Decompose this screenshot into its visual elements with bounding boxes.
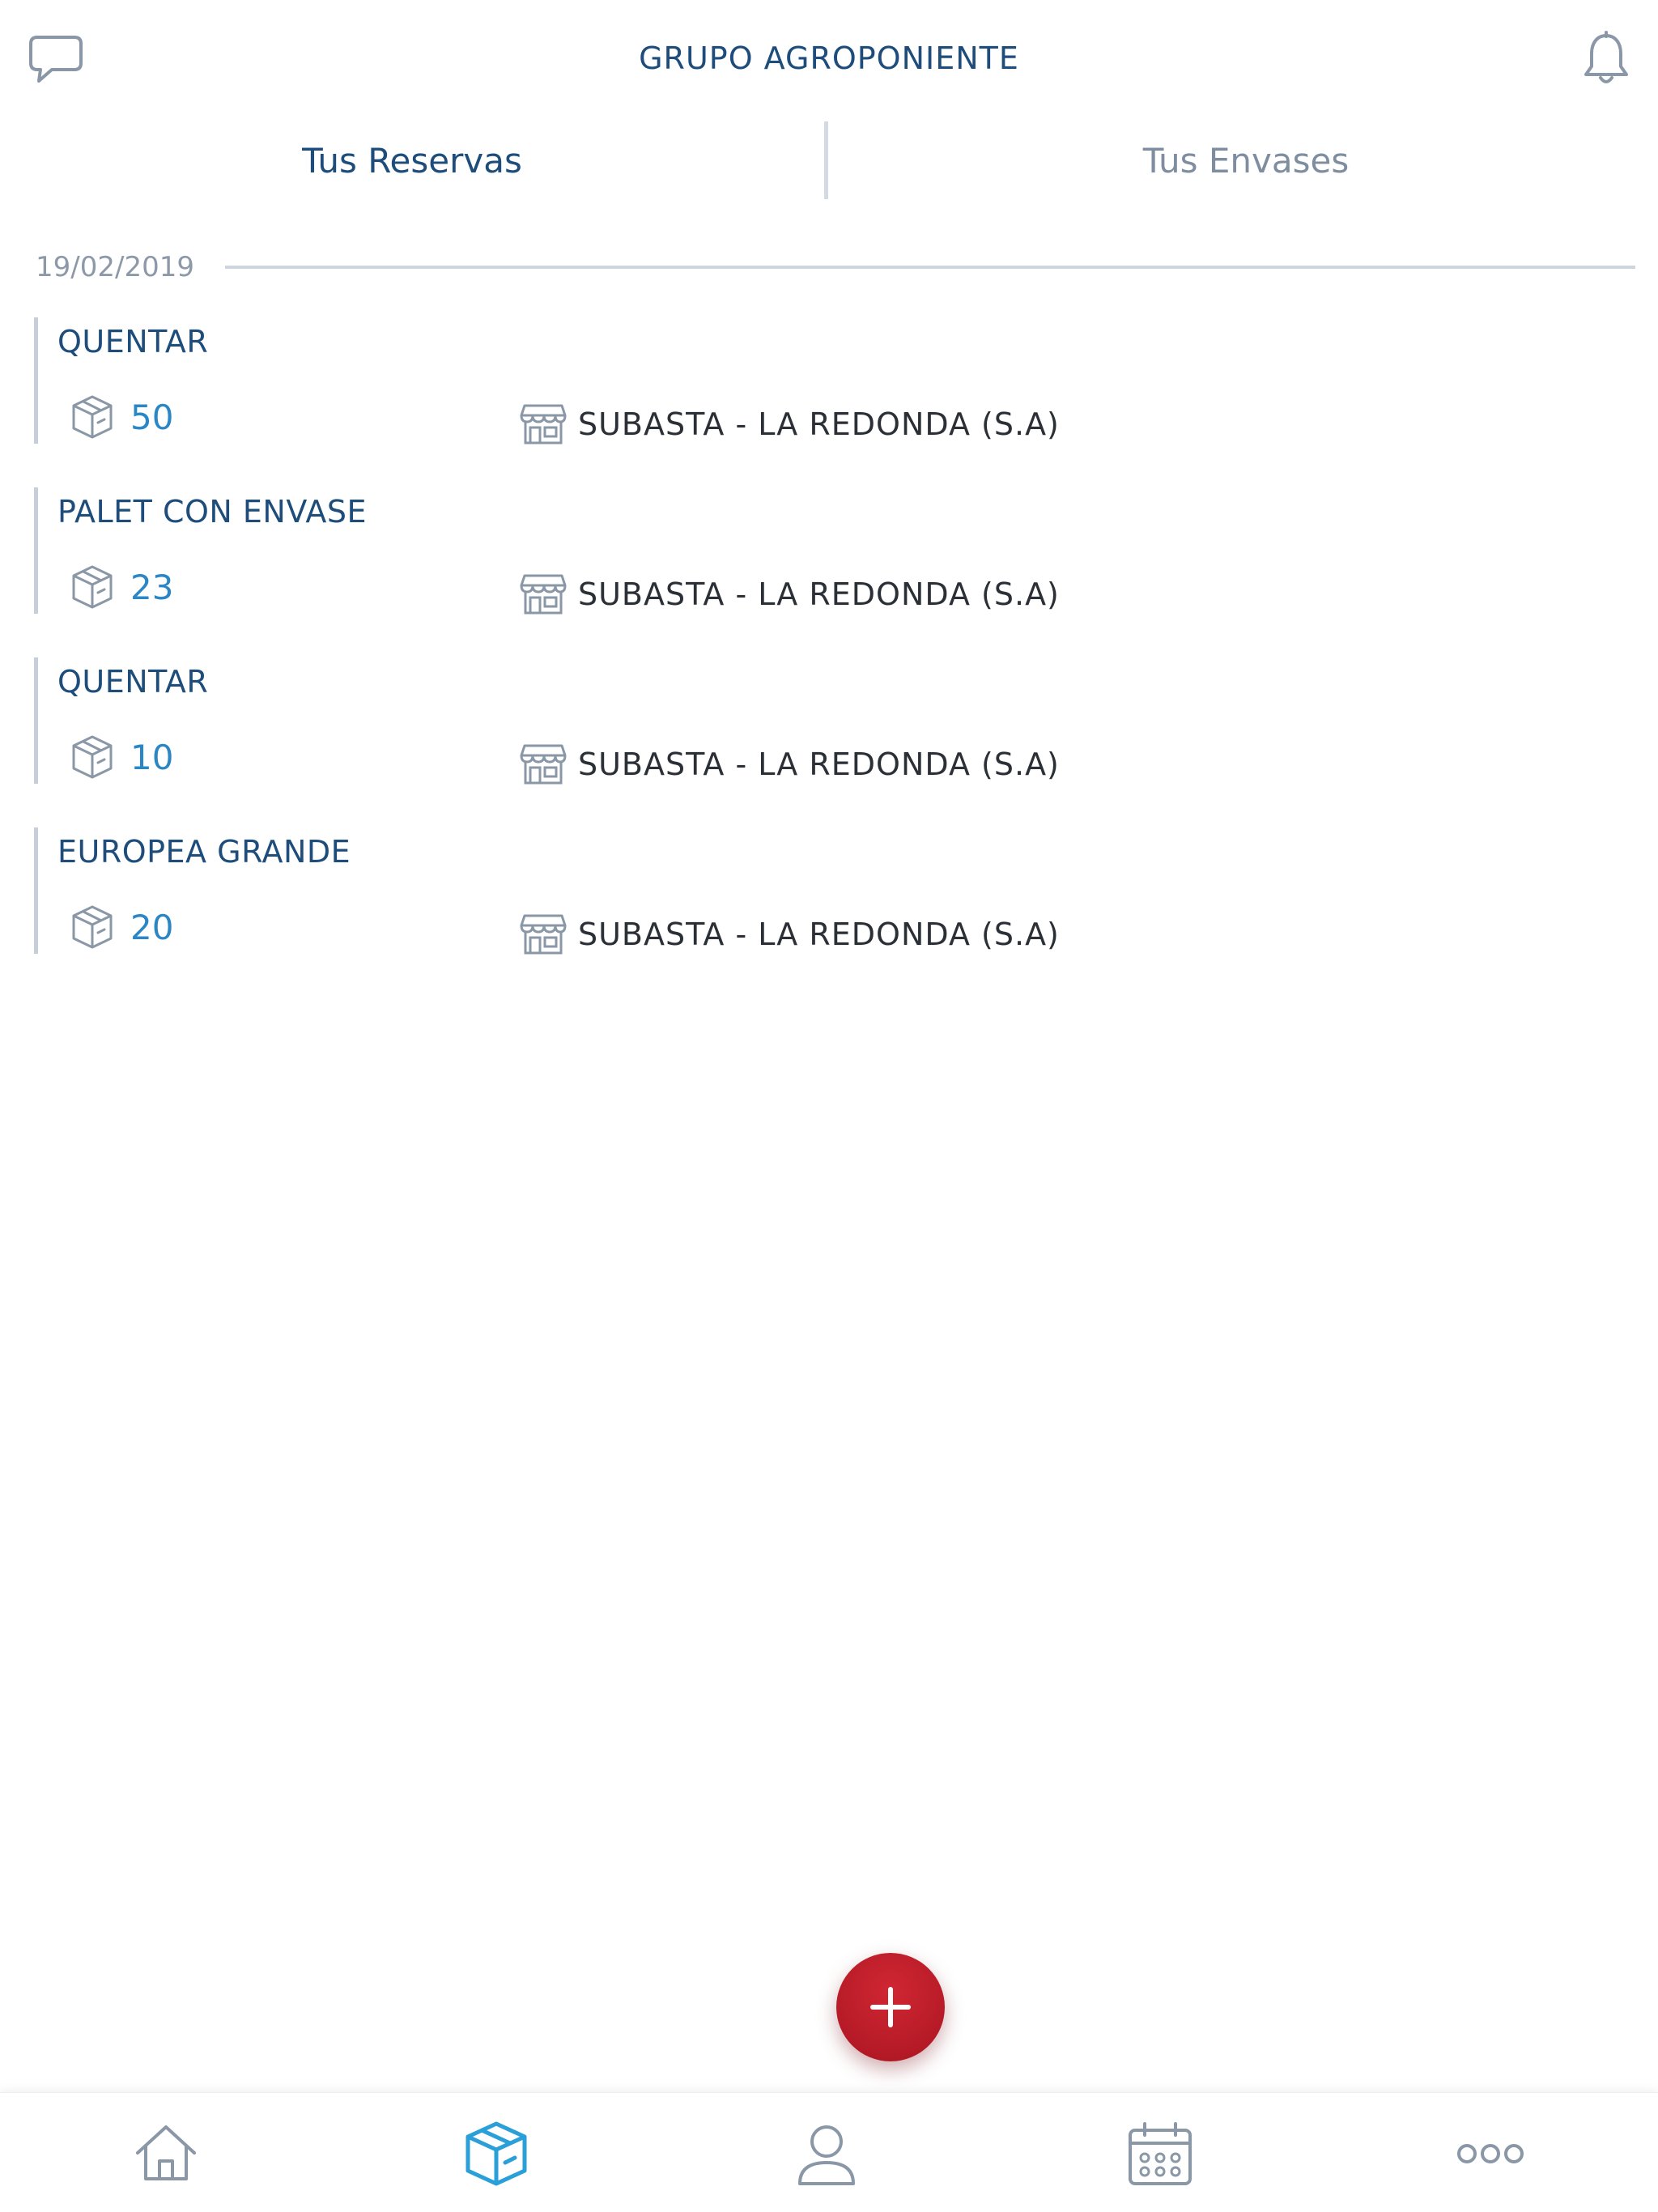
reservation-name: QUENTAR <box>57 324 209 359</box>
more-icon <box>1457 2144 1524 2163</box>
nav-reservations[interactable] <box>460 2117 533 2190</box>
bottom-nav <box>0 2092 1658 2212</box>
bell-icon[interactable] <box>1580 31 1632 87</box>
reservation-place: SUBASTA - LA REDONDA (S.A) <box>520 738 1060 790</box>
date-label: 19/02/2019 <box>36 251 194 283</box>
reservation-quantity: 10 <box>69 732 173 782</box>
home-icon <box>136 2125 196 2180</box>
reservation-quantity: 50 <box>69 392 173 442</box>
box-icon <box>72 735 113 779</box>
date-divider-line <box>225 266 1635 269</box>
reservation-item[interactable]: QUENTAR 50 SUBASTA - LA REDONDA (S.A) <box>34 317 1621 445</box>
store-icon <box>520 404 567 445</box>
nav-profile[interactable] <box>790 2117 863 2190</box>
quantity-value: 50 <box>130 397 174 437</box>
reservation-quantity: 20 <box>69 902 173 952</box>
place-name: SUBASTA - LA REDONDA (S.A) <box>578 576 1060 612</box>
quantity-value: 20 <box>130 907 174 947</box>
nav-home[interactable] <box>130 2117 202 2190</box>
tab-divider <box>824 121 828 199</box>
place-name: SUBASTA - LA REDONDA (S.A) <box>578 406 1060 442</box>
reservations-list: QUENTAR 50 SUBASTA - LA REDONDA (S.A) PA… <box>34 317 1621 998</box>
quantity-value: 23 <box>130 567 174 607</box>
reservation-name: QUENTAR <box>57 664 209 700</box>
quantity-value: 10 <box>130 737 174 777</box>
reservation-place: SUBASTA - LA REDONDA (S.A) <box>520 398 1060 450</box>
store-icon <box>520 914 567 955</box>
top-bar: GRUPO AGROPONIENTE <box>0 0 1658 121</box>
app-title: GRUPO AGROPONIENTE <box>639 40 1019 76</box>
tab-tus-envases[interactable]: Tus Envases <box>834 121 1658 199</box>
nav-more[interactable] <box>1454 2117 1527 2190</box>
reservation-item[interactable]: EUROPEA GRANDE 20 SUBASTA - LA REDONDA (… <box>34 827 1621 955</box>
reservation-item[interactable]: QUENTAR 10 SUBASTA - LA REDONDA (S.A) <box>34 657 1621 785</box>
box-icon <box>72 565 113 609</box>
reservation-quantity: 23 <box>69 562 173 612</box>
add-reservation-button[interactable] <box>836 1953 945 2061</box>
nav-calendar[interactable] <box>1124 2117 1197 2190</box>
reservation-item[interactable]: PALET CON ENVASE 23 SUBASTA - LA REDONDA… <box>34 487 1621 615</box>
place-name: SUBASTA - LA REDONDA (S.A) <box>578 917 1060 952</box>
tab-tus-reservas[interactable]: Tus Reservas <box>0 121 824 199</box>
plus-icon <box>870 1987 911 2027</box>
box-icon <box>72 395 113 439</box>
reservation-place: SUBASTA - LA REDONDA (S.A) <box>520 908 1060 960</box>
reservation-name: PALET CON ENVASE <box>57 494 368 530</box>
user-icon <box>798 2125 855 2185</box>
reservation-name: EUROPEA GRANDE <box>57 834 351 870</box>
date-group-header: 19/02/2019 <box>36 247 1635 287</box>
store-icon <box>520 574 567 615</box>
calendar-icon <box>1129 2122 1192 2185</box>
place-name: SUBASTA - LA REDONDA (S.A) <box>578 747 1060 782</box>
segmented-tabs: Tus Reservas Tus Envases <box>0 121 1658 199</box>
reservation-place: SUBASTA - LA REDONDA (S.A) <box>520 568 1060 620</box>
box-icon <box>466 2121 527 2186</box>
box-icon <box>72 905 113 949</box>
store-icon <box>520 744 567 785</box>
